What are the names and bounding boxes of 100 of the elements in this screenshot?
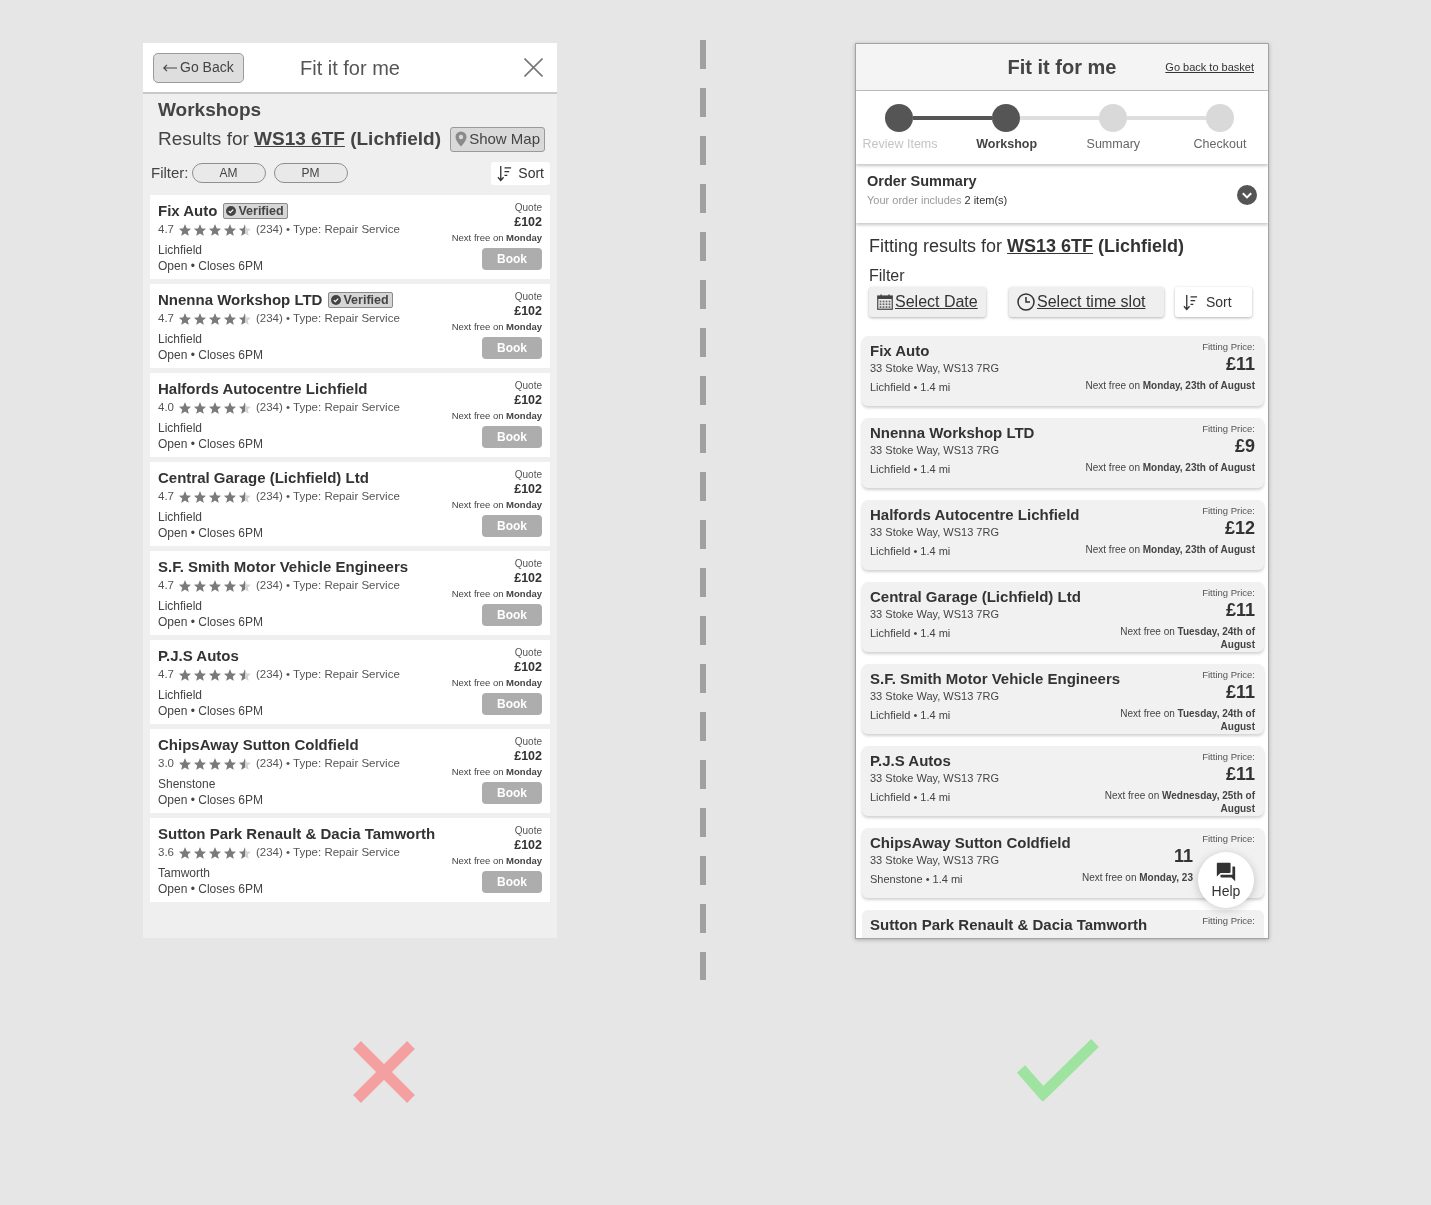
chat-icon [1215,861,1237,883]
chevron-down-icon[interactable] [1237,184,1257,205]
quote-label: Quote [514,735,542,749]
next-free-date: Next free on Tuesday, 24th of August [1119,707,1255,733]
price-label: Fitting Price: [1202,341,1255,353]
star-icon [179,491,191,503]
star-icon [194,491,206,503]
review-info: (234) • Type: Repair Service [256,578,400,594]
quote-label: Quote [514,379,542,393]
star-icon [224,313,236,325]
opening-hours: Open • Closes 6PM [158,258,263,274]
star-icon [209,402,221,414]
workshop-town: Lichfield [158,420,203,436]
workshop-distance: Lichfield • 1.4 mi [870,380,951,395]
rating-value: 4.0 [158,400,174,416]
quote-price: £102 [514,571,542,586]
half-star-icon [239,491,251,503]
workshop-town: Lichfield [158,331,203,347]
workshop-distance: Lichfield • 1.4 mi [870,462,951,477]
star-icon [194,758,206,770]
next-free-date: Next free on Wednesday, 25th of August [1103,789,1255,815]
workshop-town: Shenstone [158,776,216,792]
workshop-name: Nnenna Workshop LTD [158,290,323,310]
results-heading: Fitting results for WS13 6TF (Lichfield) [869,235,1185,257]
results-heading: Results for WS13 6TF (Lichfield) [158,126,441,151]
star-icon [209,491,221,503]
filter-label: Filter [869,266,905,286]
fitting-price: £11 [1225,764,1255,784]
workshop-name: Fix Auto [158,201,218,221]
workshop-name: Sutton Park Renault & Dacia Tamworth [158,824,436,844]
star-icon [194,580,206,592]
sort-button[interactable]: Sort [491,161,550,185]
workshop-address: 33 Stoke Way, WS13 7RG [870,607,999,622]
half-star-icon [239,669,251,681]
back-to-basket-link[interactable]: Go back to basket [1165,58,1254,76]
opening-hours: Open • Closes 6PM [158,436,263,452]
back-button[interactable]: Go Back [153,52,244,83]
review-info: (234) • Type: Repair Service [256,667,400,683]
fitting-price: £9 [1234,436,1255,456]
time-filter-button[interactable]: Select time slot [1009,287,1164,317]
opening-hours: Open • Closes 6PM [158,881,263,897]
opening-hours: Open • Closes 6PM [158,525,263,541]
fitting-price: £11 [1225,354,1255,374]
clock-icon [1017,293,1035,311]
star-icon [209,580,221,592]
workshop-distance: Lichfield • 1.4 mi [870,626,951,641]
filter-chip[interactable]: AM [191,163,266,183]
next-free-date: Next free on Monday [451,587,542,601]
workshop-address: 33 Stoke Way, WS13 7RG [870,853,999,868]
star-icon [194,669,206,681]
star-icon [194,847,206,859]
opening-hours: Open • Closes 6PM [158,614,263,630]
star-icon [209,224,221,236]
workshop-address: 33 Stoke Way, WS13 7RG [870,771,999,786]
filter-chip[interactable]: PM [273,163,348,183]
close-icon[interactable] [524,58,543,77]
rating-value: 4.7 [158,667,174,683]
workshop-name: Sutton Park Renault & Dacia Tamworth [870,916,1148,934]
price-label: Fitting Price: [1202,587,1255,599]
star-icon [224,402,236,414]
price-label: Fitting Price: [1202,915,1255,927]
price-label: Fitting Price: [1202,669,1255,681]
date-filter-button[interactable]: Select Date [869,287,986,317]
arrow-left-icon [163,63,177,72]
review-info: (234) • Type: Repair Service [256,311,400,327]
step-label: Workshop [976,136,1038,152]
half-star-icon [239,580,251,592]
next-free-date: Next free on Tuesday, 24th of August [1119,625,1255,651]
workshop-name: S.F. Smith Motor Vehicle Engineers [158,557,409,577]
next-free-date: Next free on Monday [451,320,542,334]
review-info: (234) • Type: Repair Service [256,845,400,861]
workshop-name: Halfords Autocentre Lichfield [870,506,1080,524]
star-icon [224,669,236,681]
next-free-date: Next free on Monday [451,854,542,868]
quote-label: Quote [514,290,542,304]
workshop-name: P.J.S Autos [870,752,951,770]
rating-value: 4.7 [158,311,174,327]
half-star-icon [239,758,251,770]
workshop-town: Lichfield [158,242,203,258]
opening-hours: Open • Closes 6PM [158,703,263,719]
price-label: Fitting Price: [1202,505,1255,517]
verified-label: Verified [238,204,284,218]
workshop-distance: Lichfield • 1.4 mi [870,790,951,805]
star-icon [209,847,221,859]
calendar-icon [877,294,893,310]
quote-price: £102 [514,660,542,675]
workshop-address: 33 Stoke Way, WS13 7RG [870,525,999,540]
star-icon [179,580,191,592]
next-free-date: Next free on Monday [451,676,542,690]
rating-value: 4.7 [158,489,174,505]
step-label: Summary [1086,136,1141,152]
half-star-icon [239,313,251,325]
show-map-button[interactable]: Show Map [450,126,545,152]
next-free-date: Next free on Monday, 23th of August [1085,543,1255,556]
sort-button[interactable]: Sort [1175,287,1252,317]
star-icon [194,313,206,325]
workshop-distance: Lichfield • 1.4 mi [870,708,951,723]
page-heading: Workshops [158,98,262,122]
quote-label: Quote [514,468,542,482]
quote-label: Quote [514,201,542,215]
